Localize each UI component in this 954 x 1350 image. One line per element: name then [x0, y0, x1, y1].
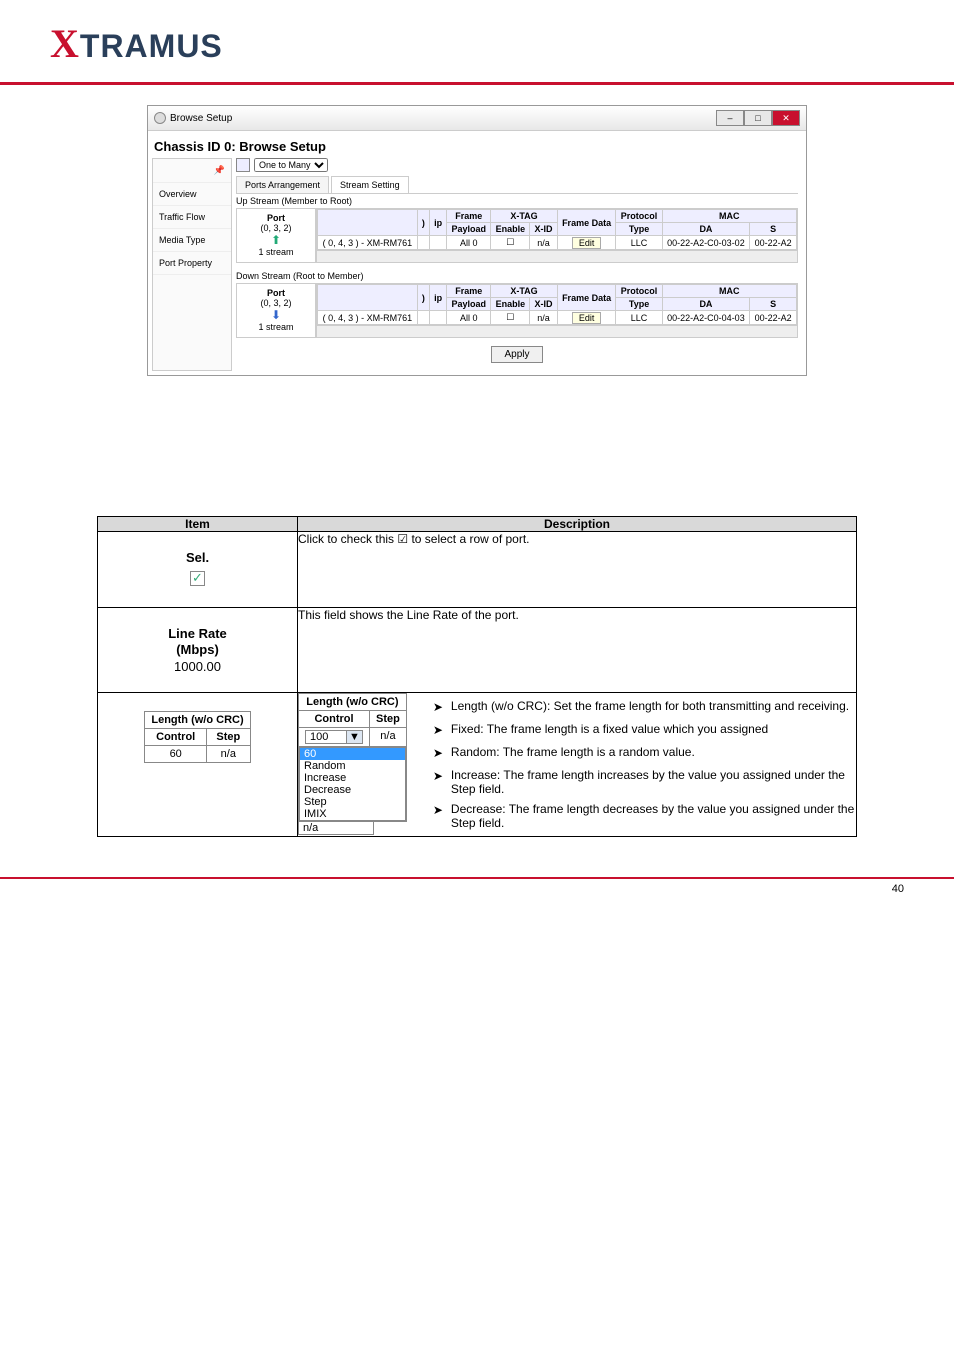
scrollbar[interactable]: [317, 250, 797, 262]
sidebar-item-media-type[interactable]: Media Type: [153, 229, 231, 252]
edit-button[interactable]: Edit: [572, 237, 602, 249]
edit-button[interactable]: Edit: [572, 312, 602, 324]
topology-select[interactable]: One to Many: [254, 158, 328, 172]
minimize-button[interactable]: –: [716, 110, 744, 126]
description-table: Item Description Sel. Click to check thi…: [97, 516, 857, 837]
bullet-icon: ➤: [433, 745, 443, 762]
maximize-button[interactable]: □: [744, 110, 772, 126]
app-icon: [154, 112, 166, 124]
arrow-down-icon: ⬇: [241, 308, 311, 322]
col-header-desc: Description: [298, 517, 857, 532]
grid-cell[interactable]: ( 0, 4, 3 ) - XM-RM761: [318, 236, 418, 250]
divider: [0, 82, 954, 85]
sidebar-item-overview[interactable]: Overview: [153, 183, 231, 206]
bullet-icon: ➤: [433, 802, 443, 830]
sidebar-item-port-property[interactable]: Port Property: [153, 252, 231, 275]
line-rate-value: 1000.00: [116, 659, 279, 674]
window-title: Browse Setup: [170, 113, 232, 124]
bullet-icon: ➤: [433, 722, 443, 739]
sidebar-item-traffic-flow[interactable]: Traffic Flow: [153, 206, 231, 229]
bullet-icon: ➤: [433, 699, 443, 716]
upstream-label: Up Stream (Member to Root): [236, 194, 798, 208]
col-header-item: Item: [98, 517, 298, 532]
arrow-up-icon: ⬆: [241, 233, 311, 247]
upstream-port-box: Port (0, 3, 2) ⬆ 1 stream: [236, 208, 316, 263]
scrollbar[interactable]: [317, 325, 797, 337]
apply-button[interactable]: Apply: [491, 346, 542, 363]
topology-icon: [236, 158, 250, 172]
browse-setup-window: Browse Setup – □ ✕ Chassis ID 0: Browse …: [147, 105, 807, 376]
chassis-heading: Chassis ID 0: Browse Setup: [152, 135, 802, 158]
chevron-down-icon: ▼: [346, 731, 362, 743]
control-dropdown-list[interactable]: 60 Random Increase Decrease Step IMIX: [299, 747, 406, 821]
length-control-mini: Length (w/o CRC) ControlStep 60n/a: [144, 711, 250, 763]
sidebar: 📌 Overview Traffic Flow Media Type Port …: [152, 158, 232, 371]
control-dropdown[interactable]: 100 ▼: [305, 730, 363, 744]
brand-logo: XTRAMUS: [50, 20, 904, 67]
downstream-port-box: Port (0, 3, 2) ⬇ 1 stream: [236, 283, 316, 338]
sel-description: Click to check this ☑ to select a row of…: [298, 532, 857, 608]
downstream-grid: ) ip Frame X-TAG Frame Data Protocol MAC: [317, 284, 797, 325]
sel-label: Sel.: [116, 550, 279, 565]
window-titlebar: Browse Setup – □ ✕: [148, 106, 806, 131]
close-button[interactable]: ✕: [772, 110, 800, 126]
tab-stream-setting[interactable]: Stream Setting: [331, 176, 409, 193]
page-number: 40: [0, 879, 954, 899]
sel-checkbox[interactable]: [190, 571, 205, 586]
bullet-icon: ➤: [433, 768, 443, 796]
line-rate-description: This field shows the Line Rate of the po…: [298, 608, 857, 693]
grid-cell[interactable]: ( 0, 4, 3 ) - XM-RM761: [318, 311, 418, 325]
downstream-label: Down Stream (Root to Member): [236, 269, 798, 283]
length-control-popup: Length (w/o CRC) ControlStep 100 ▼: [298, 693, 407, 822]
upstream-grid: ) ip Frame X-TAG Frame Data Protocol MAC: [317, 209, 797, 250]
tab-ports-arrangement[interactable]: Ports Arrangement: [236, 176, 329, 193]
